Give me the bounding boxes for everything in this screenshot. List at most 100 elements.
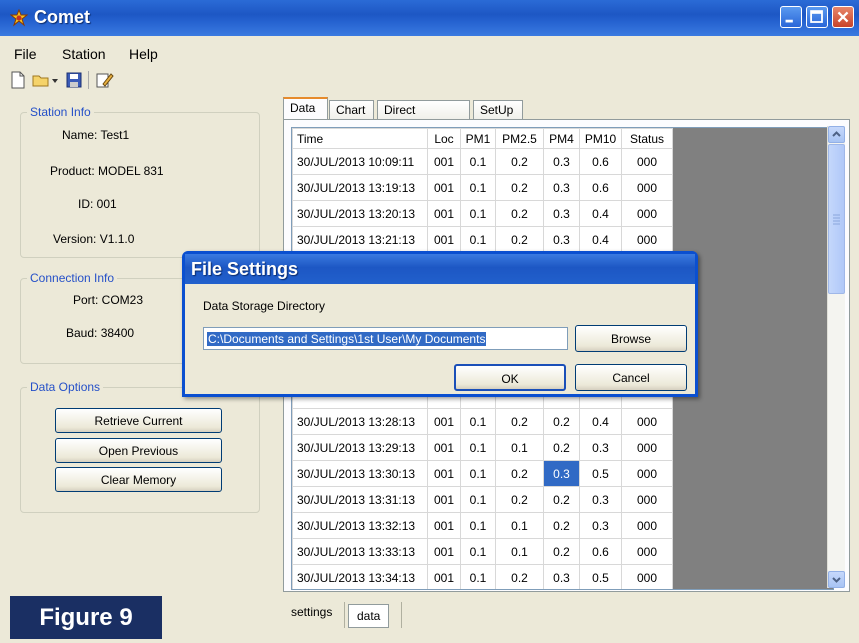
- table-cell[interactable]: 000: [621, 434, 673, 461]
- col-header-time[interactable]: Time: [292, 128, 428, 149]
- table-cell[interactable]: 001: [427, 486, 461, 513]
- table-cell[interactable]: 0.1: [495, 512, 544, 539]
- table-cell[interactable]: 0.1: [460, 512, 496, 539]
- dialog-title[interactable]: File Settings: [185, 254, 695, 284]
- table-cell[interactable]: 0.1: [460, 434, 496, 461]
- ok-button[interactable]: OK: [454, 364, 566, 391]
- table-cell[interactable]: 0.4: [579, 200, 622, 227]
- directory-path-input[interactable]: C:\Documents and Settings\1st User\My Do…: [203, 327, 568, 350]
- table-cell[interactable]: 0.6: [579, 174, 622, 201]
- col-header-pm10[interactable]: PM10: [579, 128, 622, 149]
- tab-data[interactable]: Data: [283, 97, 328, 119]
- table-cell[interactable]: 30/JUL/2013 13:34:13: [292, 564, 428, 589]
- table-cell[interactable]: 0.2: [495, 148, 544, 175]
- maximize-button[interactable]: [806, 6, 828, 28]
- table-row[interactable]: 30/JUL/2013 13:33:13 001 0.1 0.1 0.2 0.6 000: [292, 538, 673, 565]
- table-cell[interactable]: 001: [427, 434, 461, 461]
- table-cell[interactable]: 0.1: [460, 564, 496, 589]
- table-cell[interactable]: 000: [621, 564, 673, 589]
- cancel-button[interactable]: Cancel: [575, 364, 687, 391]
- table-cell[interactable]: 000: [621, 538, 673, 565]
- table-cell[interactable]: 0.3: [579, 486, 622, 513]
- table-cell[interactable]: 0.1: [495, 538, 544, 565]
- table-cell[interactable]: 001: [427, 538, 461, 565]
- table-cell[interactable]: 0.3: [543, 226, 580, 253]
- table-cell[interactable]: 0.4: [579, 226, 622, 253]
- scroll-up-button[interactable]: [828, 126, 845, 143]
- edit-icon[interactable]: [94, 70, 114, 90]
- table-cell[interactable]: 001: [427, 148, 461, 175]
- close-button[interactable]: [832, 6, 854, 28]
- table-cell[interactable]: 0.3: [543, 460, 580, 487]
- table-cell[interactable]: 0.5: [579, 460, 622, 487]
- browse-button[interactable]: Browse: [575, 325, 687, 352]
- table-cell[interactable]: 000: [621, 200, 673, 227]
- dropdown-arrow-icon[interactable]: [50, 70, 60, 90]
- table-cell[interactable]: 001: [427, 460, 461, 487]
- col-header-status[interactable]: Status: [621, 128, 673, 149]
- table-cell[interactable]: 30/JUL/2013 10:09:11: [292, 148, 428, 175]
- table-cell[interactable]: 0.2: [543, 512, 580, 539]
- table-cell[interactable]: 0.1: [460, 148, 496, 175]
- open-folder-icon[interactable]: [31, 70, 51, 90]
- table-cell[interactable]: 0.1: [460, 486, 496, 513]
- table-cell[interactable]: 000: [621, 486, 673, 513]
- table-cell[interactable]: 000: [621, 512, 673, 539]
- table-cell[interactable]: 30/JUL/2013 13:30:13: [292, 460, 428, 487]
- table-cell[interactable]: 0.6: [579, 148, 622, 175]
- scroll-down-button[interactable]: [828, 571, 845, 588]
- col-header-pm4[interactable]: PM4: [543, 128, 580, 149]
- table-cell[interactable]: 000: [621, 148, 673, 175]
- table-cell[interactable]: 0.5: [579, 564, 622, 589]
- table-row[interactable]: 30/JUL/2013 13:29:13 001 0.1 0.1 0.2 0.3 000: [292, 434, 673, 461]
- retrieve-current-button[interactable]: Retrieve Current: [55, 408, 222, 433]
- menu-help[interactable]: Help: [129, 46, 158, 62]
- table-row[interactable]: 30/JUL/2013 13:30:13 001 0.1 0.2 0.3 0.5 000: [292, 460, 673, 487]
- table-cell[interactable]: 30/JUL/2013 13:19:13: [292, 174, 428, 201]
- table-cell[interactable]: 001: [427, 174, 461, 201]
- tab-chart[interactable]: Chart: [329, 100, 374, 119]
- table-cell[interactable]: 0.3: [543, 148, 580, 175]
- table-cell[interactable]: 30/JUL/2013 13:31:13: [292, 486, 428, 513]
- table-cell[interactable]: 0.1: [495, 434, 544, 461]
- scroll-thumb[interactable]: [828, 144, 845, 294]
- table-cell[interactable]: 0.2: [543, 408, 580, 435]
- table-cell[interactable]: 0.2: [543, 486, 580, 513]
- menu-station[interactable]: Station: [62, 46, 106, 62]
- table-cell[interactable]: 000: [621, 226, 673, 253]
- table-cell[interactable]: 30/JUL/2013 13:29:13: [292, 434, 428, 461]
- table-cell[interactable]: 30/JUL/2013 13:28:13: [292, 408, 428, 435]
- table-cell[interactable]: 0.1: [460, 408, 496, 435]
- col-header-pm25[interactable]: PM2.5: [495, 128, 544, 149]
- table-cell[interactable]: 0.1: [460, 174, 496, 201]
- table-cell[interactable]: 0.1: [460, 538, 496, 565]
- save-icon[interactable]: [64, 70, 84, 90]
- table-row[interactable]: 30/JUL/2013 13:34:13 001 0.1 0.2 0.3 0.5 000: [292, 564, 673, 589]
- tab-setup[interactable]: SetUp: [473, 100, 523, 119]
- table-cell[interactable]: 0.3: [579, 434, 622, 461]
- table-row[interactable]: 30/JUL/2013 13:32:13 001 0.1 0.1 0.2 0.3 000: [292, 512, 673, 539]
- table-cell[interactable]: 000: [621, 460, 673, 487]
- clear-memory-button[interactable]: Clear Memory: [55, 467, 222, 492]
- table-cell[interactable]: 001: [427, 226, 461, 253]
- table-cell[interactable]: 000: [621, 174, 673, 201]
- table-cell[interactable]: 0.2: [495, 564, 544, 589]
- minimize-button[interactable]: [780, 6, 802, 28]
- table-cell[interactable]: 0.2: [495, 460, 544, 487]
- table-cell[interactable]: 001: [427, 408, 461, 435]
- table-cell[interactable]: 0.2: [495, 200, 544, 227]
- col-header-pm1[interactable]: PM1: [460, 128, 496, 149]
- table-cell[interactable]: 0.2: [495, 486, 544, 513]
- table-cell[interactable]: 30/JUL/2013 13:20:13: [292, 200, 428, 227]
- vertical-scrollbar[interactable]: [827, 126, 845, 588]
- table-cell[interactable]: 001: [427, 512, 461, 539]
- table-cell[interactable]: 0.1: [460, 200, 496, 227]
- table-cell[interactable]: 0.1: [460, 226, 496, 253]
- table-cell[interactable]: 0.2: [543, 434, 580, 461]
- table-row[interactable]: 30/JUL/2013 13:28:13 001 0.1 0.2 0.2 0.4 000: [292, 408, 673, 435]
- table-cell[interactable]: 0.3: [543, 174, 580, 201]
- table-cell[interactable]: 0.6: [579, 538, 622, 565]
- table-row[interactable]: 30/JUL/2013 13:19:13 001 0.1 0.2 0.3 0.6 000: [292, 174, 673, 201]
- table-row[interactable]: 30/JUL/2013 13:20:13 001 0.1 0.2 0.3 0.4 000: [292, 200, 673, 227]
- table-cell[interactable]: 30/JUL/2013 13:33:13: [292, 538, 428, 565]
